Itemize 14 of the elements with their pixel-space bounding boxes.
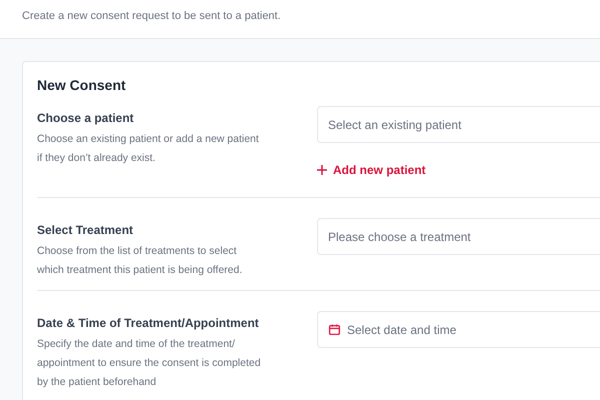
add-patient-link[interactable]: Add new patient — [317, 161, 426, 179]
section-label: Choose a patient — [37, 110, 134, 126]
calendar-icon — [328, 323, 341, 336]
page-subtitle: Create a new consent request to be sent to a patient. — [22, 9, 282, 24]
section-label: Select Treatment — [37, 222, 134, 238]
card-title: New Consent — [37, 76, 126, 94]
select-field[interactable]: Please choose a treatment — [317, 218, 600, 255]
section-description: Choose an existing patient or add a new patient if they don’t already exist. — [37, 132, 260, 166]
date-time-field[interactable]: Select date and time — [317, 311, 600, 348]
plus-icon — [317, 165, 327, 175]
section-label: Date & Time of Treatment/Appointment — [37, 315, 259, 331]
select-field[interactable]: Select an existing patient — [317, 106, 600, 143]
section-description: Specify the date and time of the treatment/ appointment to ensure the consent is completed by the patient beforehand — [37, 337, 262, 390]
section-description: Choose from the list of treatments to select which treatment this patient is being offered. — [37, 244, 244, 278]
